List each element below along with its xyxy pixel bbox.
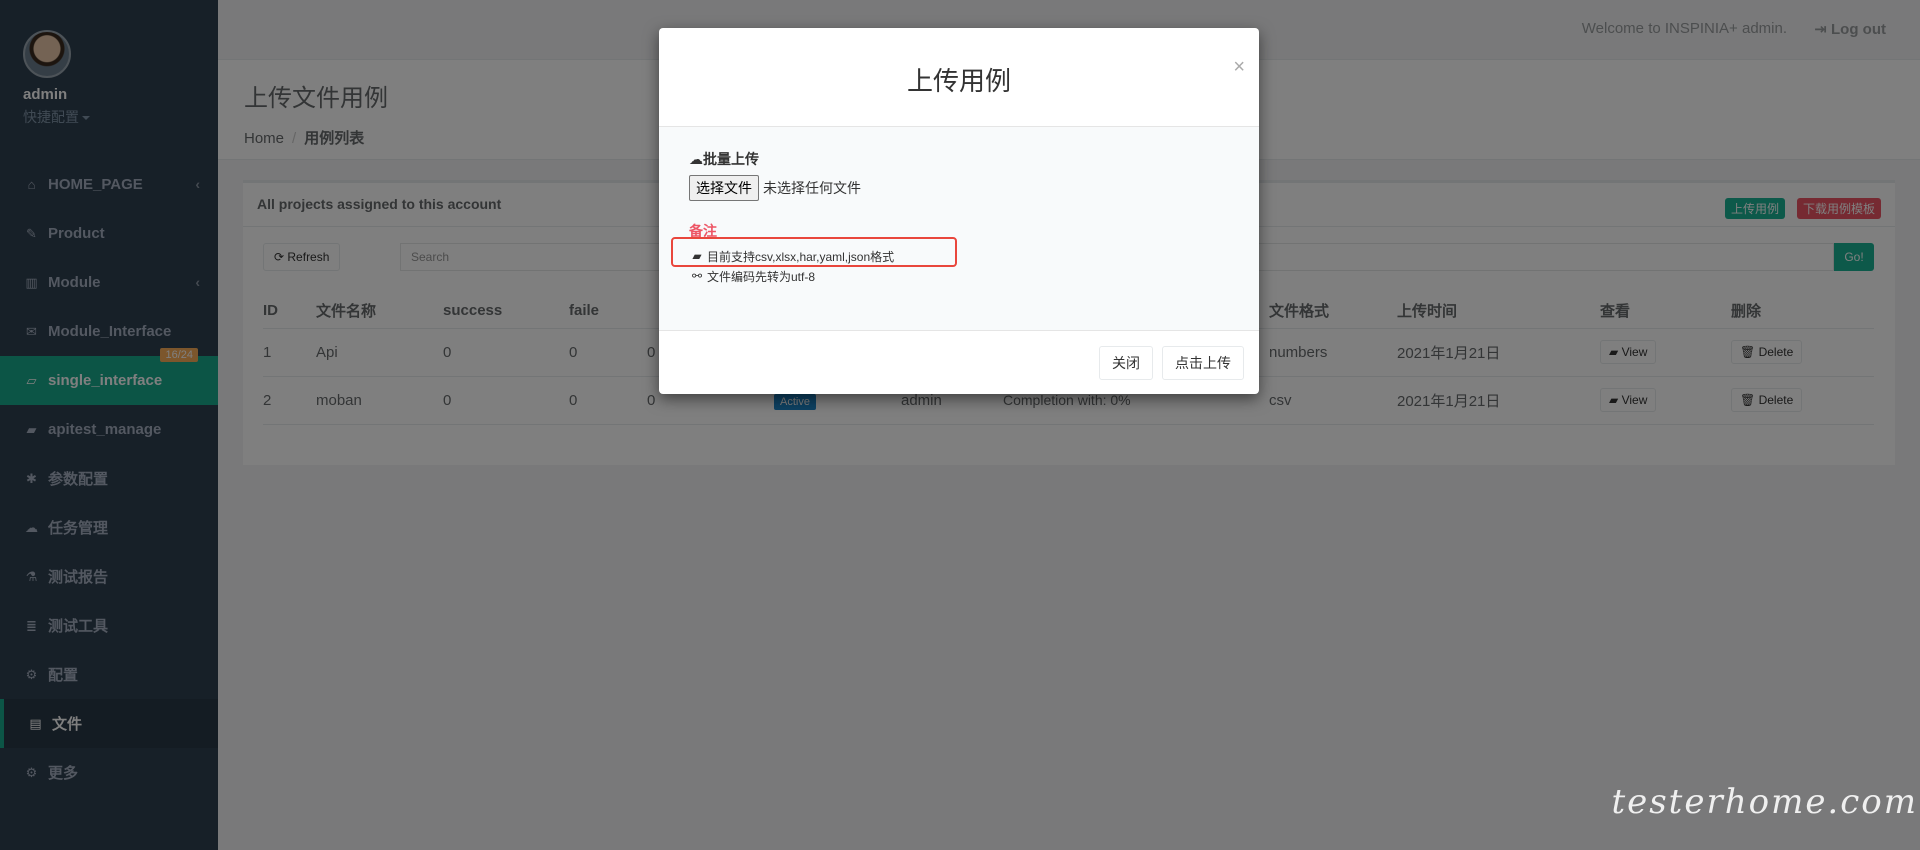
batch-upload-label: ☁批量上传	[689, 149, 1229, 169]
cloud-icon: ☁	[689, 151, 703, 167]
modal-header: 上传用例 ×	[659, 28, 1259, 127]
modal-title: 上传用例	[906, 66, 1011, 96]
file-input-row: 选择文件 未选择任何文件	[689, 175, 1229, 201]
upload-button[interactable]: 点击上传	[1162, 346, 1244, 380]
file-status: 未选择任何文件	[763, 180, 861, 196]
choose-file-button[interactable]: 选择文件	[689, 175, 759, 201]
highlight-box	[671, 237, 957, 267]
modal-footer: 关闭 点击上传	[659, 330, 1259, 394]
modal-body: ☁批量上传 选择文件 未选择任何文件 备注 ▰ 目前支持csv,xlsx,har,…	[659, 127, 1259, 330]
link-icon: ⚯	[691, 269, 703, 283]
close-icon[interactable]: ×	[1233, 56, 1245, 79]
note-text: 文件编码先转为utf-8	[707, 269, 816, 284]
batch-upload-text: 批量上传	[703, 151, 759, 167]
note-encoding: ⚯ 文件编码先转为utf-8	[689, 266, 1229, 286]
upload-modal: 上传用例 × ☁批量上传 选择文件 未选择任何文件 备注 ▰ 目前支持csv,xl…	[659, 28, 1259, 394]
close-button[interactable]: 关闭	[1099, 346, 1153, 380]
watermark: testerhome.com	[1611, 782, 1918, 822]
